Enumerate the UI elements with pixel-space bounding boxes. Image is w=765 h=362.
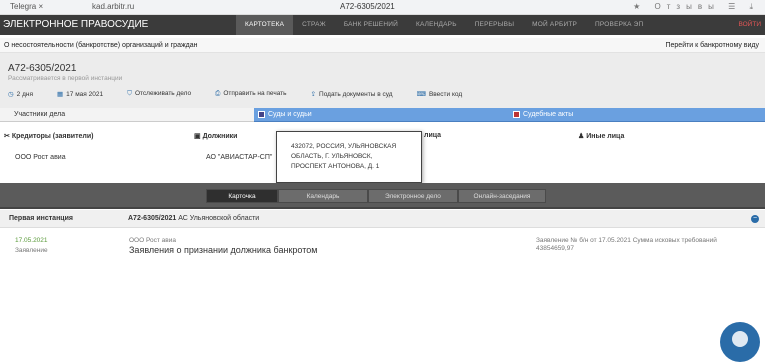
top-navigation: ЭЛЕКТРОННОЕ ПРАВОСУДИЕ КАРТОТЕКА СТРАЖ Б… bbox=[0, 15, 765, 35]
site-brand[interactable]: ЭЛЕКТРОННОЕ ПРАВОСУДИЕ bbox=[3, 19, 148, 30]
court-emblem-icon bbox=[720, 322, 760, 362]
card-tabs: Карточка Календарь Электронное дело Онла… bbox=[206, 189, 546, 203]
tab-calendar[interactable]: Календарь bbox=[278, 189, 368, 203]
tab-participants[interactable]: Участники дела bbox=[0, 108, 254, 122]
browser-bar: Telegra × kad.arbitr.ru А72-6305/2021 ★ … bbox=[0, 0, 765, 15]
bankruptcy-view-link[interactable]: Перейти к банкротному виду bbox=[665, 42, 759, 49]
case-number: А72-6305/2021 bbox=[8, 63, 77, 74]
tab-courts-judges[interactable]: Суды и судьи bbox=[254, 108, 509, 122]
case-category: О несостоятельности (банкротстве) органи… bbox=[4, 42, 198, 49]
menu-bank-resheniy[interactable]: БАНК РЕШЕНИЙ bbox=[335, 15, 407, 35]
entry-sum: 43854659,97 bbox=[536, 245, 574, 252]
menu-kalendar[interactable]: КАЛЕНДАРЬ bbox=[407, 15, 466, 35]
debtors-column: ▣ Должники АО "АВИАСТАР-СП" bbox=[194, 132, 272, 161]
creditor-name[interactable]: ООО Рост авиа bbox=[15, 154, 94, 161]
entry-date: 17.05.2021 bbox=[15, 237, 48, 244]
shield-icon: ⛉ bbox=[127, 90, 132, 97]
creditors-heading: ✂ Кредиторы (заявители) bbox=[4, 133, 94, 140]
browser-tab[interactable]: Telegra × bbox=[10, 2, 43, 11]
collapse-icon[interactable]: − bbox=[751, 215, 759, 223]
address-bar[interactable]: kad.arbitr.ru bbox=[92, 2, 134, 11]
entry-kind: Заявление bbox=[15, 247, 48, 254]
tab-court-acts[interactable]: Судебные акты bbox=[509, 108, 765, 122]
keyboard-icon: ⌨ bbox=[416, 91, 426, 98]
instance-header[interactable]: Первая инстанция А72-6305/2021 АС Ульяно… bbox=[0, 210, 765, 228]
login-button[interactable]: ВОЙТИ bbox=[739, 21, 762, 28]
card-tabs-bar: Карточка Календарь Электронное дело Онла… bbox=[0, 183, 765, 209]
track-case-button[interactable]: ⛉ Отслеживать дело bbox=[127, 90, 203, 98]
clock-icon: ◷ bbox=[8, 91, 14, 98]
duration-item: ◷ 2 дня bbox=[8, 91, 33, 98]
other-parties-heading: ♟ Иные лица bbox=[578, 133, 625, 140]
browser-toolbar-icons[interactable]: ★ Отзывы ☰ ⤓ bbox=[633, 2, 759, 12]
case-status: Рассматривается в первой инстанции bbox=[8, 75, 123, 82]
third-parties-column: лица bbox=[424, 132, 441, 139]
section-tabs: Участники дела Суды и судьи Судебные акт… bbox=[0, 108, 765, 122]
tab-electronic-case[interactable]: Электронное дело bbox=[368, 189, 458, 203]
creditors-column: ✂ Кредиторы (заявители) ООО Рост авиа bbox=[4, 132, 94, 161]
menu-kartoteka[interactable]: КАРТОТЕКА bbox=[236, 15, 294, 35]
address-tooltip: 432072, РОССИЯ, УЛЬЯНОВСКАЯ ОБЛАСТЬ, Г. … bbox=[276, 131, 422, 183]
tab-online-hearings[interactable]: Онлайн-заседания bbox=[458, 189, 546, 203]
submit-documents-button[interactable]: ⇪ Подать документы в суд bbox=[311, 90, 405, 98]
tab-close-icon[interactable]: × bbox=[38, 2, 43, 11]
calendar-icon: ▦ bbox=[57, 91, 64, 98]
main-menu: КАРТОТЕКА СТРАЖ БАНК РЕШЕНИЙ КАЛЕНДАРЬ П… bbox=[236, 15, 652, 35]
instance-case: А72-6305/2021 АС Ульяновской области bbox=[128, 215, 260, 222]
date-item: ▦ 17 мая 2021 bbox=[57, 91, 104, 98]
instance-label: Первая инстанция bbox=[9, 215, 73, 222]
print-button[interactable]: ⎙ Отправить на печать bbox=[215, 90, 298, 98]
entry-title[interactable]: Заявления о признании должника банкротом bbox=[129, 245, 317, 255]
enter-code-button[interactable]: ⌨ Ввести код bbox=[417, 90, 475, 98]
entry-statement: Заявление № б/н от 17.05.2021 Сумма иско… bbox=[536, 237, 717, 244]
tab-card[interactable]: Карточка bbox=[206, 189, 278, 203]
upload-icon: ⇪ bbox=[310, 91, 317, 98]
category-bar: О несостоятельности (банкротстве) органи… bbox=[0, 38, 765, 53]
menu-proverka-ep[interactable]: ПРОВЕРКА ЭП bbox=[586, 15, 652, 35]
other-parties-column: ♟ Иные лица bbox=[578, 132, 624, 140]
case-actions: ◷ 2 дня ▦ 17 мая 2021 ⛉ Отслеживать дело ⎙ О… bbox=[8, 90, 486, 98]
acts-icon bbox=[513, 111, 520, 118]
debtors-heading: ▣ Должники bbox=[194, 133, 238, 140]
menu-moy-arbitr[interactable]: МОЙ АРБИТР bbox=[523, 15, 586, 35]
case-header: А72-6305/2021 Рассматривается в первой и… bbox=[0, 53, 765, 108]
printer-icon: ⎙ bbox=[215, 90, 221, 97]
window-title: А72-6305/2021 bbox=[340, 2, 395, 11]
third-parties-heading: лица bbox=[424, 132, 442, 139]
case-entry: 17.05.2021 Заявление ООО Рост авиа Заявл… bbox=[0, 230, 765, 270]
courts-icon bbox=[258, 111, 265, 118]
debtor-name[interactable]: АО "АВИАСТАР-СП" bbox=[206, 154, 272, 161]
menu-strazh[interactable]: СТРАЖ bbox=[293, 15, 335, 35]
entry-organization: ООО Рост авиа bbox=[129, 237, 176, 244]
menu-pereryvy[interactable]: ПЕРЕРЫВЫ bbox=[466, 15, 523, 35]
